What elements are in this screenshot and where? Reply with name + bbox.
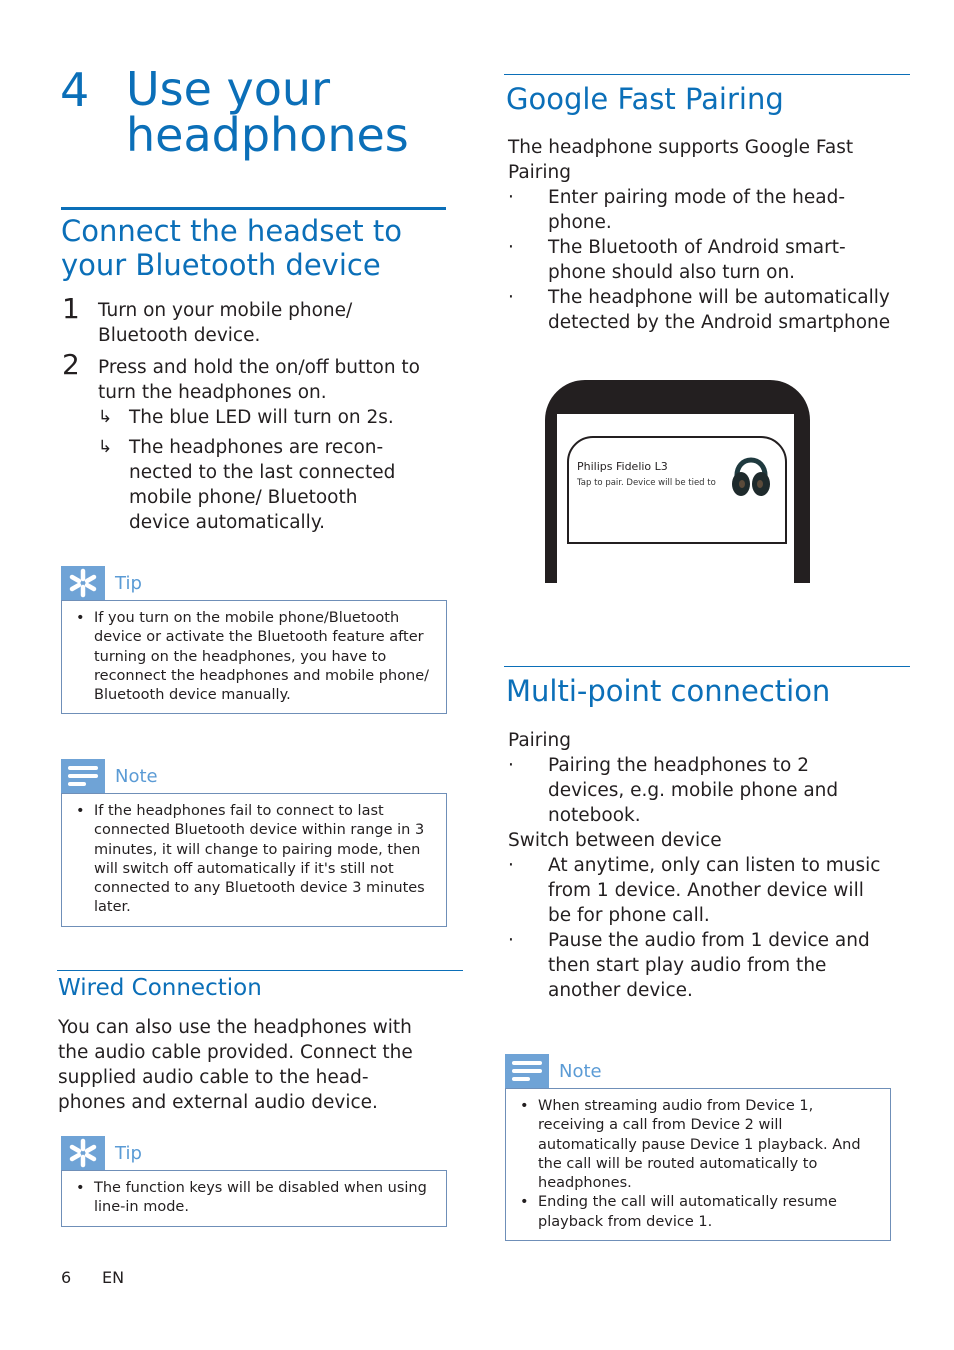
note-lines-icon	[61, 759, 105, 793]
chapter-title-line2: headphones	[126, 108, 409, 162]
step-line: Turn on your mobile phone/	[98, 300, 353, 321]
popup-subtitle: Tap to pair. Device will be tied to	[577, 478, 716, 488]
list-item: · At anytime, only can listen to music f…	[508, 853, 913, 928]
pairing-label: Pairing	[508, 730, 572, 751]
list-item: · Enter pairing mode of the head- phone.	[508, 185, 913, 235]
bullet-line: At anytime, only can listen to music	[548, 855, 881, 876]
language-code: EN	[102, 1268, 125, 1287]
asterisk-icon	[61, 566, 105, 600]
tip-item: The function keys will be disabled when …	[76, 1179, 436, 1218]
tip-content: The function keys will be disabled when …	[61, 1170, 447, 1227]
result-arrow-icon: ↳	[98, 407, 113, 427]
list-item: · Pairing the headphones to 2 devices, e…	[508, 753, 913, 828]
chapter-title-line1: Use your	[126, 62, 330, 116]
tip-box: Tip The function keys will be disabled w…	[61, 1136, 447, 1227]
tip-header: Tip	[61, 1136, 447, 1170]
note-box: Note If the headphones fail to connect t…	[61, 759, 447, 927]
tip-item: If you turn on the mobile phone/Bluetoot…	[76, 609, 436, 705]
phone-screen: Philips Fidelio L3 Tap to pair. Device w…	[557, 414, 794, 583]
result-line: The headphones are recon-	[129, 437, 384, 458]
note-lines-icon	[505, 1054, 549, 1088]
pairing-bullets: · Pairing the headphones to 2 devices, e…	[508, 753, 913, 828]
wired-line: the audio cable provided. Connect the	[58, 1042, 413, 1063]
result-line: The blue LED will turn on 2s.	[129, 407, 394, 428]
chapter-number: 4	[60, 63, 90, 117]
note-content: When streaming audio from Device 1, rece…	[505, 1088, 891, 1242]
tip-header: Tip	[61, 566, 447, 600]
step-line: turn the headphones on.	[98, 382, 327, 403]
list-item: · Pause the audio from 1 device and then…	[508, 928, 913, 1003]
phone-illustration: Philips Fidelio L3 Tap to pair. Device w…	[545, 380, 810, 583]
connect-heading-line2: your Bluetooth device	[61, 248, 381, 282]
section-rule	[504, 666, 910, 667]
note-item: Ending the call will automatically resum…	[520, 1193, 880, 1232]
bullet-line: devices, e.g. mobile phone and	[548, 780, 839, 801]
note-content: If the headphones fail to connect to las…	[61, 793, 447, 927]
google-bullets: · Enter pairing mode of the head- phone.…	[508, 185, 913, 335]
google-heading: Google Fast Pairing	[506, 82, 784, 116]
bullet-line: another device.	[548, 980, 693, 1001]
bullet-line: Enter pairing mode of the head-	[548, 187, 846, 208]
tip-label: Tip	[115, 572, 142, 594]
bullet-line: The headphone will be automatically	[548, 287, 890, 308]
bullet-line: be for phone call.	[548, 905, 710, 926]
connect-heading-line1: Connect the headset to	[61, 214, 402, 248]
fast-pair-popup[interactable]: Philips Fidelio L3 Tap to pair. Device w…	[567, 436, 787, 544]
asterisk-icon	[61, 1136, 105, 1170]
bullet-line: then start play audio from the	[548, 955, 827, 976]
switch-label: Switch between device	[508, 830, 722, 851]
section-rule	[504, 74, 910, 75]
result-line: device automatically.	[129, 512, 326, 533]
result-line: nected to the last connected	[129, 462, 396, 483]
bullet-line: phone.	[548, 212, 612, 233]
result-line: mobile phone/ Bluetooth	[129, 487, 358, 508]
note-header: Note	[61, 759, 447, 793]
step-line: Bluetooth device.	[98, 325, 261, 346]
step-line: Press and hold the on/off button to	[98, 357, 420, 378]
bullet-line: notebook.	[548, 805, 641, 826]
wired-line: phones and external audio device.	[58, 1092, 378, 1113]
google-intro-line: The headphone supports Google Fast	[508, 137, 854, 158]
section-rule	[61, 207, 446, 210]
wired-heading: Wired Connection	[58, 975, 262, 1001]
google-intro-line: Pairing	[508, 162, 572, 183]
headphones-icon	[729, 444, 773, 506]
tip-content: If you turn on the mobile phone/Bluetoot…	[61, 600, 447, 715]
connect-heading: Connect the headset to your Bluetooth de…	[61, 214, 451, 282]
popup-device-name: Philips Fidelio L3	[577, 460, 668, 473]
wired-line: You can also use the headphones with	[58, 1017, 412, 1038]
tip-label: Tip	[115, 1142, 142, 1164]
step-text: Press and hold the on/off button to turn…	[98, 355, 458, 535]
multipoint-text: Pairing · Pairing the headphones to 2 de…	[508, 728, 913, 1003]
switch-bullets: · At anytime, only can listen to music f…	[508, 853, 913, 1003]
list-item: · The headphone will be automatically de…	[508, 285, 913, 335]
bullet-line: phone should also turn on.	[548, 262, 796, 283]
multipoint-heading: Multi-point connection	[506, 674, 831, 708]
bullet-line: Pairing the headphones to 2	[548, 755, 809, 776]
step-result: ↳ The headphones are recon- nected to th…	[98, 435, 458, 535]
bullet-line: detected by the Android smartphone	[548, 312, 891, 333]
wired-line: supplied audio cable to the head-	[58, 1067, 369, 1088]
note-header: Note	[505, 1054, 891, 1088]
step-text: Turn on your mobile phone/ Bluetooth dev…	[98, 298, 458, 348]
page-number: 6	[61, 1268, 72, 1287]
result-arrow-icon: ↳	[98, 437, 113, 457]
list-item: · The Bluetooth of Android smart- phone …	[508, 235, 913, 285]
section-rule	[57, 970, 463, 971]
bullet-line: Pause the audio from 1 device and	[548, 930, 870, 951]
note-box: Note When streaming audio from Device 1,…	[505, 1054, 891, 1242]
google-text: The headphone supports Google Fast Pairi…	[508, 135, 913, 335]
tip-box: Tip If you turn on the mobile phone/Blue…	[61, 566, 447, 715]
step-number: 1	[62, 292, 80, 325]
step-result: ↳ The blue LED will turn on 2s.	[98, 405, 458, 430]
bullet-line: The Bluetooth of Android smart-	[548, 237, 846, 258]
note-item: When streaming audio from Device 1, rece…	[520, 1097, 880, 1193]
chapter-title: Use your headphones	[126, 66, 409, 158]
bullet-line: from 1 device. Another device will	[548, 880, 864, 901]
note-label: Note	[115, 765, 158, 787]
note-label: Note	[559, 1060, 602, 1082]
wired-text: You can also use the headphones with the…	[58, 1015, 458, 1115]
note-item: If the headphones fail to connect to las…	[76, 802, 436, 918]
step-number: 2	[62, 348, 80, 381]
